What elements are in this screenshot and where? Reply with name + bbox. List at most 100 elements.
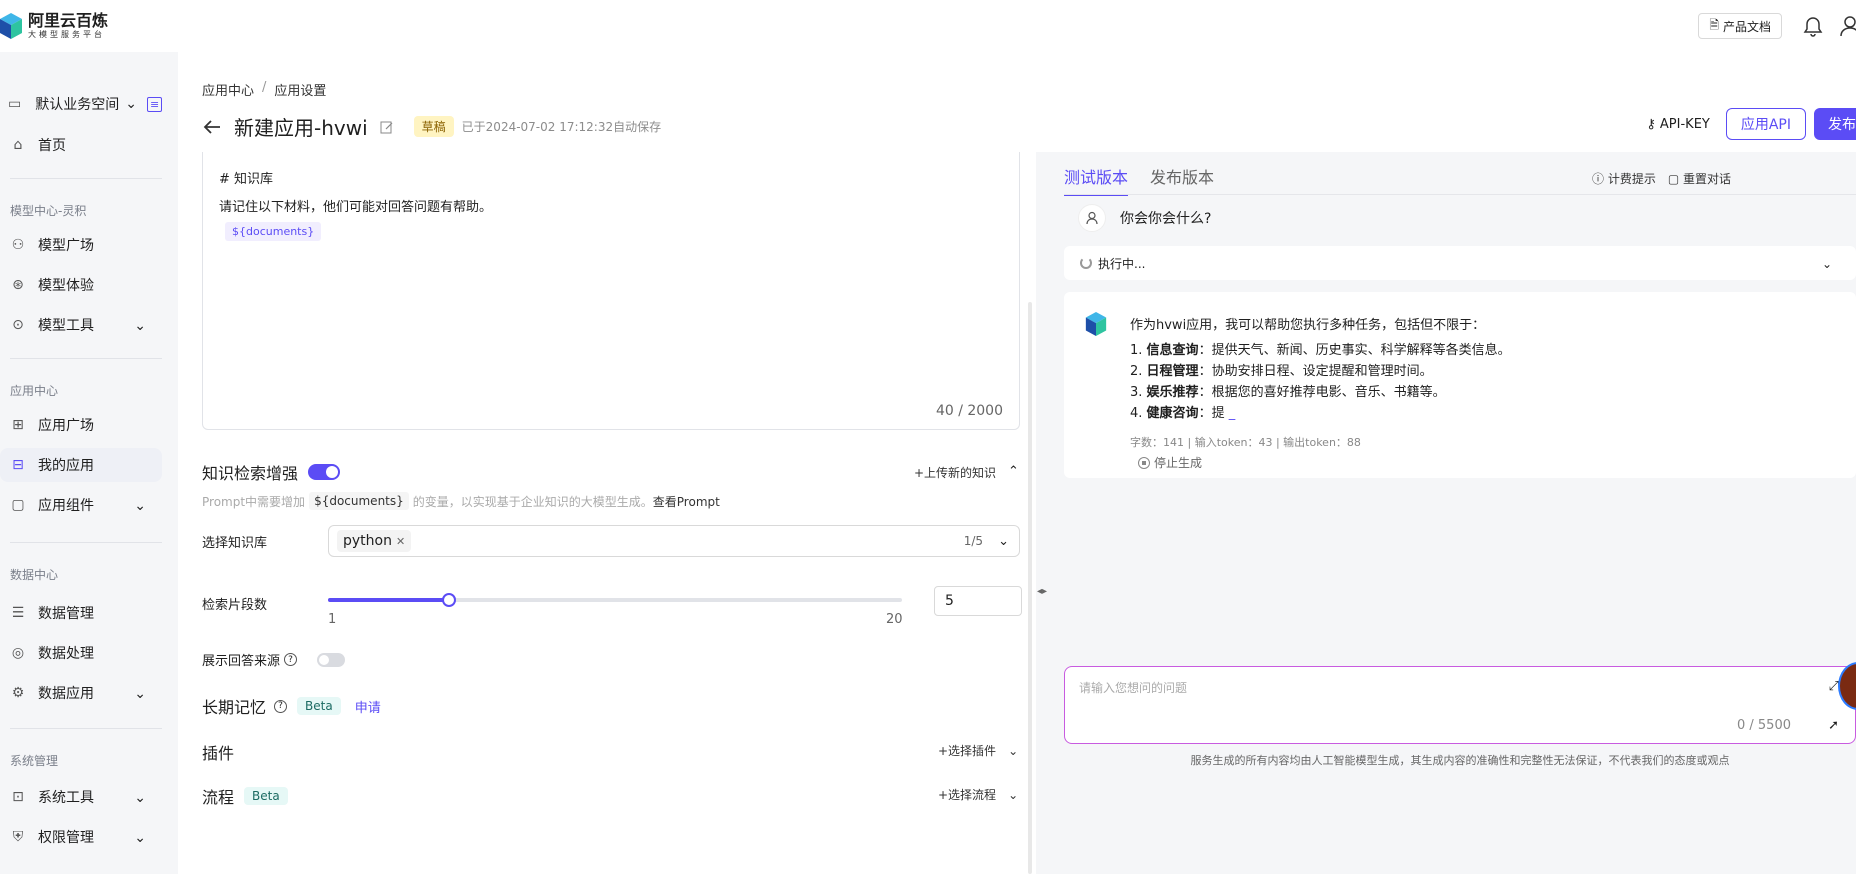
show-source-toggle[interactable]: [317, 652, 346, 667]
reset-chat-button[interactable]: ▢ 重置对话: [1668, 170, 1731, 187]
tab-published-version[interactable]: 发布版本: [1150, 164, 1214, 196]
select-plugin-label: +选择插件: [938, 744, 997, 758]
user-icon[interactable]: [1840, 15, 1856, 37]
sidebar-item-home[interactable]: ⌂ 首页: [0, 128, 162, 162]
billing-tip-button[interactable]: ⓘ 计费提示: [1592, 170, 1656, 187]
knowledge-toggle[interactable]: [308, 464, 341, 480]
api-key-button[interactable]: ⚷ API-KEY: [1646, 117, 1709, 132]
sidebar-item-system-tools[interactable]: ⊡ 系统工具 ⌄: [0, 780, 162, 814]
kb-chip-label: python: [343, 533, 392, 549]
select-plugin-link[interactable]: +选择插件 ⌄: [938, 742, 1018, 759]
scrollbar[interactable]: [1028, 302, 1032, 874]
version-tabs: 测试版本 发布版本: [1064, 164, 1214, 196]
status-badge: 草稿: [413, 116, 454, 137]
sidebar-item-data-apps[interactable]: ⚙ 数据应用 ⌄: [0, 676, 162, 710]
slider-thumb[interactable]: [441, 593, 456, 607]
divider: [10, 358, 162, 359]
sidebar: ▭ 默认业务空间 ⌄ ≡ ⌂ 首页 模型中心-灵积 ⚇ 模型广场 ⊛ 模型体验 …: [0, 52, 178, 874]
flow-title: 流程: [202, 788, 235, 807]
main-content: 应用中心 / 应用设置 新建应用-hvwi 草稿 已于2024-07-02 17…: [178, 52, 1856, 874]
breadcrumb: 应用中心 / 应用设置: [202, 80, 326, 99]
publish-button[interactable]: 发布: [1814, 108, 1856, 140]
upload-knowledge-link[interactable]: +上传新的知识: [914, 464, 996, 481]
close-icon[interactable]: ✕: [396, 535, 405, 548]
reset-icon: ▢: [1667, 172, 1680, 186]
help-icon[interactable]: ?: [274, 699, 288, 713]
prompt-counter: 40 / 2000: [935, 403, 1003, 419]
home-icon: ⌂: [13, 137, 23, 153]
select-flow-label: +选择流程: [938, 788, 997, 802]
sidebar-item-data-process[interactable]: ◎ 数据处理: [0, 636, 162, 670]
section-system: 系统管理: [10, 754, 59, 768]
tabs-divider: [1064, 194, 1856, 195]
top-bar: 阿里云百炼 大模型服务平台 🗎 产品文档: [0, 0, 1856, 52]
section-app-center: 应用中心: [10, 384, 59, 398]
logo[interactable]: 阿里云百炼 大模型服务平台: [0, 12, 108, 40]
segments-label: 检索片段数: [202, 598, 268, 613]
apply-link[interactable]: 申请: [355, 697, 381, 716]
select-kb-label: 选择知识库: [202, 536, 268, 551]
edit-icon[interactable]: [380, 120, 394, 134]
sidebar-item-model-plaza[interactable]: ⚇ 模型广场: [0, 228, 162, 262]
sidebar-item-model-tools[interactable]: ⊙ 模型工具 ⌄: [0, 308, 162, 342]
chevron-down-icon: ⌄: [1008, 787, 1019, 802]
sidebar-item-label: 系统工具: [38, 790, 94, 806]
my-apps-icon: ⊟: [12, 457, 24, 473]
sidebar-item-label: 应用广场: [38, 418, 94, 434]
knowledge-section-title: 知识检索增强: [202, 460, 341, 484]
sidebar-item-app-components[interactable]: ▢ 应用组件 ⌄: [0, 488, 162, 522]
execution-status-label: 执行中...: [1098, 256, 1146, 271]
prompt-heading: # 知识库: [219, 172, 274, 187]
prompt-editor[interactable]: # 知识库 请记住以下材料，他们可能对回答问题有帮助。 ${documents}…: [202, 152, 1020, 430]
config-panel: # 知识库 请记住以下材料，他们可能对回答问题有帮助。 ${documents}…: [178, 152, 1036, 874]
chevron-up-icon[interactable]: ⌃: [1008, 464, 1019, 479]
section-data-center: 数据中心: [10, 568, 59, 582]
tab-test-version[interactable]: 测试版本: [1064, 164, 1129, 196]
bell-icon[interactable]: [1802, 15, 1824, 37]
workspace-doc-icon[interactable]: ≡: [146, 96, 163, 112]
knowledge-base-select[interactable]: python ✕ 1/5 ⌄: [328, 525, 1020, 557]
sidebar-item-app-plaza[interactable]: ⊞ 应用广场: [0, 408, 162, 442]
list-item: 3. 娱乐推荐：根据您的喜好推荐电影、音乐、书籍等。: [1130, 385, 1446, 400]
breadcrumb-app-center[interactable]: 应用中心: [202, 80, 254, 99]
sidebar-item-my-apps[interactable]: ⊟ 我的应用: [0, 448, 162, 482]
sidebar-item-data-manage[interactable]: ☰ 数据管理: [0, 596, 162, 630]
workspace-selector[interactable]: ▭ 默认业务空间 ⌄ ≡: [8, 92, 168, 116]
send-icon[interactable]: ➚: [1828, 718, 1839, 733]
resize-handle-icon[interactable]: ◂▸: [1036, 586, 1048, 602]
help-icon[interactable]: ?: [284, 653, 298, 666]
doc-icon: 🗎: [1709, 17, 1719, 32]
app-api-button[interactable]: 应用API: [1725, 108, 1806, 140]
select-flow-link[interactable]: +选择流程 ⌄: [938, 786, 1018, 803]
chat-placeholder: 请输入您想问的问题: [1079, 681, 1188, 695]
knowledge-title: 知识检索增强: [202, 464, 299, 483]
execution-status[interactable]: 执行中... ⌄: [1064, 246, 1856, 280]
key-icon: ⚷: [1646, 116, 1656, 132]
logo-subtitle: 大模型服务平台: [28, 30, 105, 39]
shield-icon: ⛨: [12, 829, 24, 845]
title-bar: 新建应用-hvwi 草稿 已于2024-07-02 17:12:32自动保存: [202, 112, 661, 141]
chat-input[interactable]: 请输入您想问的问题 ⤢ 0 / 5500 ➚: [1064, 666, 1856, 744]
stop-icon: [1138, 456, 1150, 469]
segments-slider[interactable]: [328, 592, 902, 608]
stop-generation-button[interactable]: 停止生成: [1138, 454, 1202, 471]
chevron-down-icon: ⌄: [134, 790, 146, 806]
workspace-icon: ▭: [8, 96, 22, 112]
sidebar-item-model-experience[interactable]: ⊛ 模型体验: [0, 268, 162, 302]
show-source-label: 展示回答来源: [202, 654, 281, 669]
components-icon: ▢: [11, 497, 25, 513]
bot-avatar-icon: [1085, 312, 1107, 336]
system-tools-icon: ⊡: [12, 789, 24, 805]
gear-icon: ⚙: [11, 685, 25, 701]
panel-tools: ⓘ 计费提示 ▢ 重置对话: [1592, 170, 1731, 187]
segments-input[interactable]: 5: [934, 586, 1022, 616]
product-docs-button[interactable]: 🗎 产品文档: [1698, 13, 1782, 39]
sidebar-item-permission[interactable]: ⛨ 权限管理 ⌄: [0, 820, 162, 854]
breadcrumb-app-settings: 应用设置: [274, 84, 327, 99]
chevron-down-icon: ⌄: [134, 318, 146, 334]
disclaimer: 服务生成的所有内容均由人工智能模型生成，其生成内容的准确性和完整性无法保证，不代…: [1190, 754, 1730, 767]
sidebar-item-label: 模型广场: [38, 238, 94, 254]
panel-splitter[interactable]: ◂▸: [1036, 152, 1048, 874]
back-arrow-icon[interactable]: [202, 117, 222, 137]
view-prompt-link[interactable]: 查看Prompt: [653, 493, 720, 510]
